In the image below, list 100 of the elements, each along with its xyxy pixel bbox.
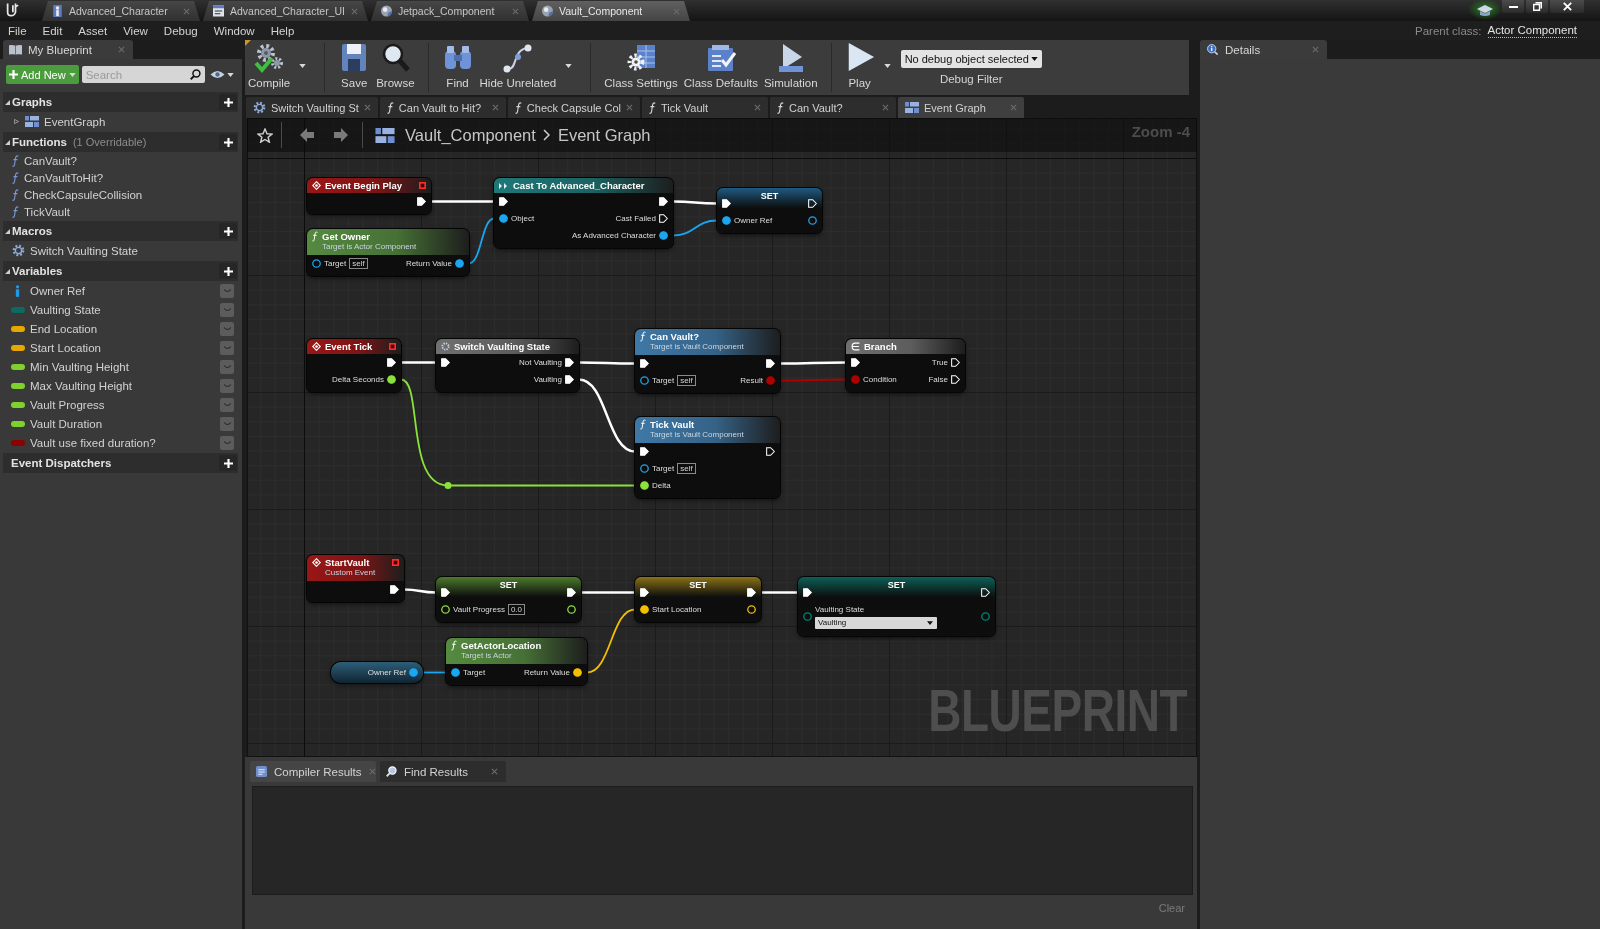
browse-button[interactable]: Browse bbox=[373, 40, 418, 95]
restore-icon[interactable] bbox=[1532, 2, 1542, 11]
exec-pin-icon[interactable] bbox=[747, 588, 756, 597]
function-item[interactable]: CanVaultToHit? bbox=[3, 169, 240, 186]
number-field[interactable]: 0.0 bbox=[507, 604, 525, 615]
variable-item[interactable]: Vault Duration bbox=[3, 414, 220, 433]
plus-icon[interactable] bbox=[223, 137, 233, 147]
document-tab[interactable]: Vault_Component bbox=[532, 1, 690, 21]
delegate-pin-icon[interactable] bbox=[389, 343, 396, 350]
expand-arrow-icon[interactable] bbox=[5, 228, 10, 234]
reroute-knot-icon[interactable] bbox=[444, 482, 452, 489]
exec-pin-icon[interactable] bbox=[640, 359, 649, 368]
caret-icon[interactable] bbox=[927, 620, 933, 625]
data-pin-icon[interactable] bbox=[451, 668, 460, 677]
document-tab[interactable]: Jetpack_Component bbox=[371, 1, 529, 21]
search-icon[interactable] bbox=[189, 69, 201, 80]
eye-icon[interactable] bbox=[209, 70, 225, 79]
function-item[interactable]: TickVault bbox=[3, 203, 240, 220]
exec-pin-icon[interactable] bbox=[659, 214, 668, 223]
menu-item[interactable]: Edit bbox=[34, 21, 71, 40]
exec-pin-icon[interactable] bbox=[640, 447, 649, 456]
gear-check-icon[interactable] bbox=[253, 42, 286, 74]
plus-icon[interactable] bbox=[223, 97, 233, 107]
default-value-field[interactable]: self bbox=[677, 375, 696, 386]
section-header[interactable]: Variables bbox=[3, 261, 238, 281]
data-pin-icon[interactable] bbox=[312, 259, 321, 268]
event-node[interactable]: Event Tick Delta Seconds bbox=[307, 339, 401, 392]
visibility-toggle[interactable] bbox=[220, 378, 234, 393]
data-pin-icon[interactable] bbox=[640, 464, 649, 473]
function-item[interactable]: CanVault? bbox=[3, 152, 240, 169]
data-pin-icon[interactable] bbox=[499, 214, 508, 223]
data-pin-icon[interactable] bbox=[659, 231, 668, 240]
menu-item[interactable]: Window bbox=[205, 21, 263, 40]
data-pin-icon[interactable] bbox=[455, 259, 464, 268]
panel-tab[interactable]: My Blueprint bbox=[3, 40, 133, 59]
panel-tab[interactable]: Find Results bbox=[380, 761, 506, 782]
caret-icon[interactable] bbox=[883, 63, 891, 68]
data-pin-icon[interactable] bbox=[808, 216, 817, 225]
node-link-icon[interactable] bbox=[501, 42, 534, 74]
graph-tab[interactable]: Switch Vaulting St bbox=[246, 97, 378, 118]
variable-getter-node[interactable]: Owner Ref bbox=[331, 662, 423, 683]
play-button[interactable]: Play bbox=[841, 40, 878, 95]
branch-node[interactable]: Branch True Condition False bbox=[846, 339, 965, 392]
menu-item[interactable]: File bbox=[0, 21, 35, 40]
variable-item[interactable]: Vault Progress bbox=[3, 395, 220, 414]
menu-item[interactable]: Help bbox=[262, 21, 303, 40]
document-tab[interactable]: Advanced_Character_UI bbox=[203, 1, 368, 21]
document-tab[interactable]: Advanced_Character bbox=[42, 1, 200, 21]
logo-icon[interactable] bbox=[5, 1, 19, 18]
debug-object-dropdown[interactable]: No debug object selected bbox=[900, 50, 1042, 68]
delegate-pin-icon[interactable] bbox=[419, 182, 426, 189]
menu-item[interactable]: Asset bbox=[70, 21, 116, 40]
exec-pin-icon[interactable] bbox=[808, 199, 817, 208]
class-defaults-button[interactable]: Class Defaults bbox=[680, 40, 761, 95]
add-button[interactable] bbox=[219, 134, 237, 150]
exec-pin-icon[interactable] bbox=[766, 359, 775, 368]
exec-pin-icon[interactable] bbox=[981, 588, 990, 597]
default-value-field[interactable]: self bbox=[349, 258, 368, 269]
graph-tab[interactable]: Check Capsule Col bbox=[507, 97, 640, 118]
graph-tab[interactable]: Can Vault? bbox=[770, 97, 896, 118]
add-button[interactable] bbox=[219, 223, 237, 239]
caret-icon[interactable] bbox=[226, 72, 234, 77]
save-button[interactable]: Save bbox=[335, 40, 374, 95]
variable-item[interactable]: Min Vaulting Height bbox=[3, 357, 220, 376]
hide-unrelated-button[interactable]: Hide Unrelated bbox=[476, 40, 560, 95]
variable-item[interactable]: End Location bbox=[3, 319, 220, 338]
exec-pin-icon[interactable] bbox=[565, 358, 574, 367]
exec-pin-icon[interactable] bbox=[441, 358, 450, 367]
exec-pin-icon[interactable] bbox=[640, 588, 649, 597]
exec-pin-icon[interactable] bbox=[951, 358, 960, 367]
enum-dropdown[interactable]: Vaulting bbox=[815, 616, 937, 629]
add-button[interactable] bbox=[219, 263, 237, 279]
exec-pin-icon[interactable] bbox=[417, 197, 426, 206]
caret-icon[interactable] bbox=[299, 63, 307, 68]
plus-icon[interactable] bbox=[223, 226, 233, 236]
left-arrow-icon[interactable] bbox=[300, 128, 314, 142]
expand-arrow-icon[interactable] bbox=[5, 139, 10, 145]
exec-pin-icon[interactable] bbox=[766, 447, 775, 456]
add-button[interactable] bbox=[219, 455, 237, 471]
section-header[interactable]: Macros bbox=[3, 221, 238, 241]
visibility-toggle[interactable] bbox=[220, 283, 234, 298]
visibility-toggle[interactable] bbox=[220, 302, 234, 317]
exec-pin-icon[interactable] bbox=[499, 197, 508, 206]
breadcrumb-item[interactable]: Event Graph bbox=[557, 125, 651, 145]
function-node[interactable]: Can Vault? Target is Vault Component Target self Result bbox=[635, 329, 780, 393]
function-item[interactable]: CheckCapsuleCollision bbox=[3, 186, 240, 203]
cast-node[interactable]: Cast To Advanced_Character Object Cast Failed As Advanced Character bbox=[494, 178, 673, 248]
exec-pin-icon[interactable] bbox=[951, 375, 960, 384]
panel-tab[interactable]: Compiler Results bbox=[250, 761, 376, 782]
exec-pin-icon[interactable] bbox=[722, 199, 731, 208]
compile-button[interactable]: Compile bbox=[245, 40, 294, 95]
set-node[interactable]: SET Start Location bbox=[635, 577, 761, 622]
default-value-field[interactable]: self bbox=[677, 463, 696, 474]
graph-canvas[interactable] bbox=[247, 118, 1197, 757]
simulation-button[interactable]: Simulation bbox=[760, 40, 821, 95]
visibility-toggle[interactable] bbox=[220, 321, 234, 336]
set-node[interactable]: SET Vaulting State Vaulting bbox=[798, 577, 995, 636]
star-icon[interactable] bbox=[257, 127, 273, 143]
section-header[interactable]: Event Dispatchers bbox=[3, 453, 238, 473]
variable-item[interactable]: Start Location bbox=[3, 338, 220, 357]
